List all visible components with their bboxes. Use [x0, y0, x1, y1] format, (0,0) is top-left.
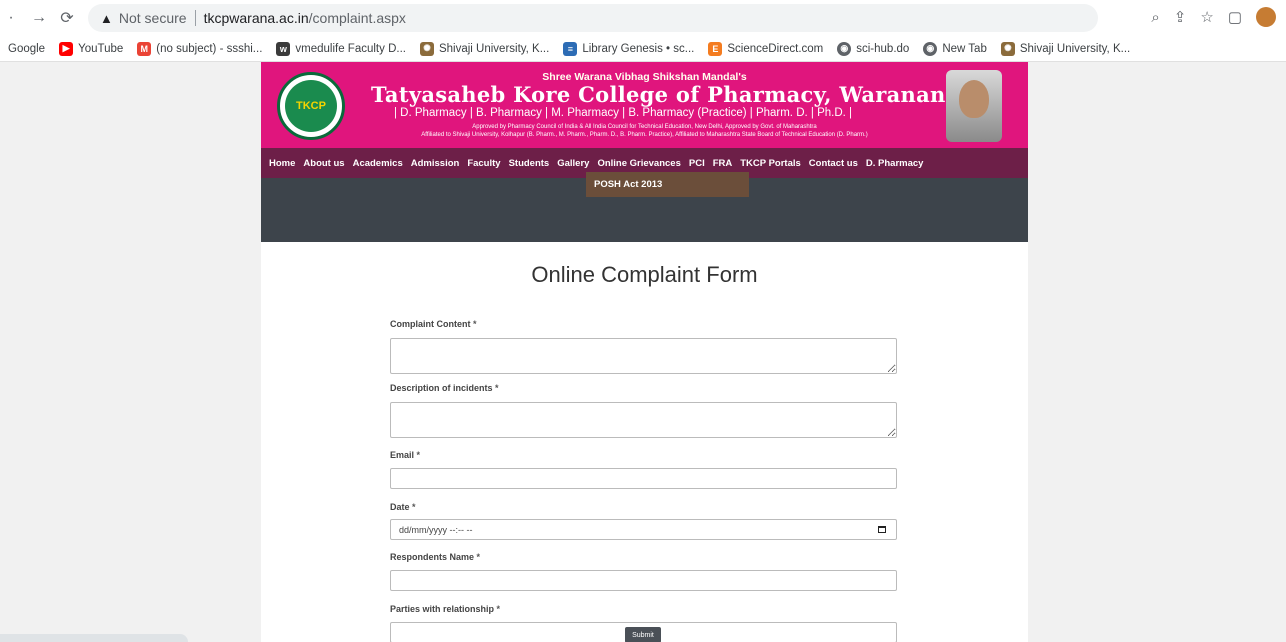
- bookmark-label: New Tab: [942, 42, 987, 55]
- parties-label: Parties with relationship *: [390, 604, 898, 614]
- label-text: Date: [390, 502, 410, 512]
- nav-home[interactable]: Home: [269, 158, 295, 169]
- complaint-content-label: Complaint Content *: [390, 319, 898, 329]
- profile-avatar[interactable]: [1256, 7, 1276, 27]
- label-text: Parties with relationship: [390, 604, 495, 614]
- bookmarks-bar: Google ▶ YouTube M (no subject) - ssshi...…: [0, 36, 1286, 62]
- url-host[interactable]: tkcpwarana.ac.in: [204, 10, 309, 26]
- required-mark: *: [416, 450, 421, 460]
- gmail-icon: M: [137, 41, 152, 56]
- omnibox[interactable]: ▲ Not secure tkcpwarana.ac.in/complaint.…: [88, 4, 1098, 32]
- header-college-title: Tatyasaheb Kore College of Pharmacy, War…: [371, 82, 1000, 107]
- date-placeholder: dd/mm/yyyy --:-- --: [399, 525, 473, 535]
- bookmark-google[interactable]: Google: [8, 43, 45, 55]
- toolbar-icons: ⌕ ⇪ ☆ ▢: [1151, 7, 1276, 27]
- approval-line-2: Affiliated to Shivaji University, Kolhap…: [421, 131, 868, 138]
- date-field[interactable]: dd/mm/yyyy --:-- --: [390, 519, 897, 540]
- required-mark: *: [412, 502, 416, 512]
- bookmark-label: Shivaji University, K...: [438, 42, 550, 55]
- sciencedirect-icon: E: [708, 41, 723, 56]
- site-container: TKCP Shree Warana Vibhag Shikshan Mandal…: [261, 62, 1028, 642]
- description-label: Description of incidents *: [390, 383, 898, 393]
- youtube-icon: ▶: [59, 41, 74, 56]
- bookmark-scihub[interactable]: ◉ sci-hub.do: [837, 41, 910, 56]
- globe-icon: ◉: [837, 41, 852, 56]
- reload-icon[interactable]: ⟳: [56, 7, 78, 29]
- nav-gallery[interactable]: Gallery: [557, 158, 589, 169]
- vmedulife-icon: w: [276, 41, 291, 56]
- university-icon: ✺: [1000, 41, 1015, 56]
- required-mark: *: [495, 383, 499, 393]
- zoom-icon[interactable]: ⌕: [1151, 9, 1159, 26]
- bookmark-label: YouTube: [78, 42, 124, 55]
- bookmark-label: sci-hub.do: [856, 42, 910, 55]
- bookmark-shivaji[interactable]: ✺ Shivaji University, K...: [419, 41, 550, 56]
- nav-online-grievances[interactable]: Online Grievances: [597, 158, 680, 169]
- required-mark: *: [476, 552, 481, 562]
- forward-arrow-icon[interactable]: →: [28, 7, 50, 29]
- nav-faculty[interactable]: Faculty: [467, 158, 500, 169]
- bookmark-vmedulife[interactable]: w vmedulife Faculty D...: [276, 41, 406, 56]
- back-arrow-icon[interactable]: ·: [0, 7, 22, 29]
- dropdown-posh-act[interactable]: POSH Act 2013: [586, 172, 749, 197]
- calendar-icon[interactable]: [878, 526, 886, 533]
- approval-line-1: Approved by Pharmacy Council of India & …: [472, 124, 817, 130]
- nav-tkcp-portals[interactable]: TKCP Portals: [740, 158, 801, 169]
- required-mark: *: [496, 604, 501, 614]
- header-approval-text: Approved by Pharmacy Council of India & …: [261, 124, 1028, 139]
- nav-pci[interactable]: PCI: [689, 158, 705, 169]
- required-mark: *: [473, 319, 477, 329]
- star-icon[interactable]: ☆: [1200, 8, 1213, 26]
- warning-icon[interactable]: ▲: [100, 11, 113, 26]
- label-text: Complaint Content: [390, 319, 471, 329]
- nav-d-pharmacy[interactable]: D. Pharmacy: [866, 158, 924, 169]
- side-panel-icon[interactable]: ▢: [1228, 8, 1242, 26]
- date-label: Date *: [390, 502, 898, 512]
- bookmark-shivaji-2[interactable]: ✺ Shivaji University, K...: [1000, 41, 1131, 56]
- bookmark-label: (no subject) - ssshi...: [156, 42, 263, 55]
- university-icon: ✺: [419, 41, 434, 56]
- nav-academics[interactable]: Academics: [353, 158, 403, 169]
- label-text: Description of incidents: [390, 383, 493, 393]
- omnibox-divider: [194, 10, 196, 26]
- label-text: Email: [390, 450, 415, 460]
- founder-portrait: [946, 70, 1002, 142]
- college-header: TKCP Shree Warana Vibhag Shikshan Mandal…: [261, 62, 1028, 148]
- portrait-face: [959, 80, 989, 118]
- address-bar-row: · → ⟳ ▲ Not secure tkcpwarana.ac.in/comp…: [0, 0, 1286, 36]
- description-field[interactable]: [390, 402, 897, 438]
- bookmark-label: ScienceDirect.com: [727, 42, 824, 55]
- respondents-label: Respondents Name *: [390, 552, 898, 562]
- page-title: Online Complaint Form: [531, 262, 758, 287]
- label-text: Respondents Name: [390, 552, 475, 562]
- library-icon: ≡: [563, 41, 578, 56]
- bookmark-label: Library Genesis • sc...: [582, 42, 695, 55]
- logo-text: TKCP: [296, 100, 326, 112]
- share-icon[interactable]: ⇪: [1174, 8, 1187, 26]
- bookmark-label: vmedulife Faculty D...: [295, 42, 406, 55]
- bookmark-gmail[interactable]: M (no subject) - ssshi...: [137, 41, 263, 56]
- globe-icon: ◉: [923, 41, 938, 56]
- email-label: Email *: [390, 450, 898, 460]
- bookmark-newtab[interactable]: ◉ New Tab: [923, 41, 987, 56]
- not-secure-label[interactable]: Not secure: [119, 10, 187, 26]
- header-courses: | D. Pharmacy | B. Pharmacy | M. Pharmac…: [394, 107, 853, 119]
- complaint-content-field[interactable]: [390, 338, 897, 374]
- complaint-form: Complaint Content * Description of incid…: [390, 314, 898, 642]
- status-bubble: [0, 634, 188, 642]
- nav-about-us[interactable]: About us: [303, 158, 344, 169]
- bookmark-sciencedirect[interactable]: E ScienceDirect.com: [708, 41, 824, 56]
- email-field[interactable]: [390, 468, 897, 489]
- nav-students[interactable]: Students: [509, 158, 550, 169]
- bookmark-label: Google: [8, 42, 46, 55]
- bookmark-youtube[interactable]: ▶ YouTube: [59, 41, 124, 56]
- nav-admission[interactable]: Admission: [411, 158, 460, 169]
- nav-fra[interactable]: FRA: [713, 158, 733, 169]
- submit-button[interactable]: Submit: [625, 627, 661, 642]
- url-path[interactable]: /complaint.aspx: [309, 10, 406, 26]
- bookmark-label: Shivaji University, K...: [1019, 42, 1131, 55]
- respondents-name-field[interactable]: [390, 570, 897, 591]
- bookmark-libgen[interactable]: ≡ Library Genesis • sc...: [563, 41, 695, 56]
- nav-contact-us[interactable]: Contact us: [809, 158, 858, 169]
